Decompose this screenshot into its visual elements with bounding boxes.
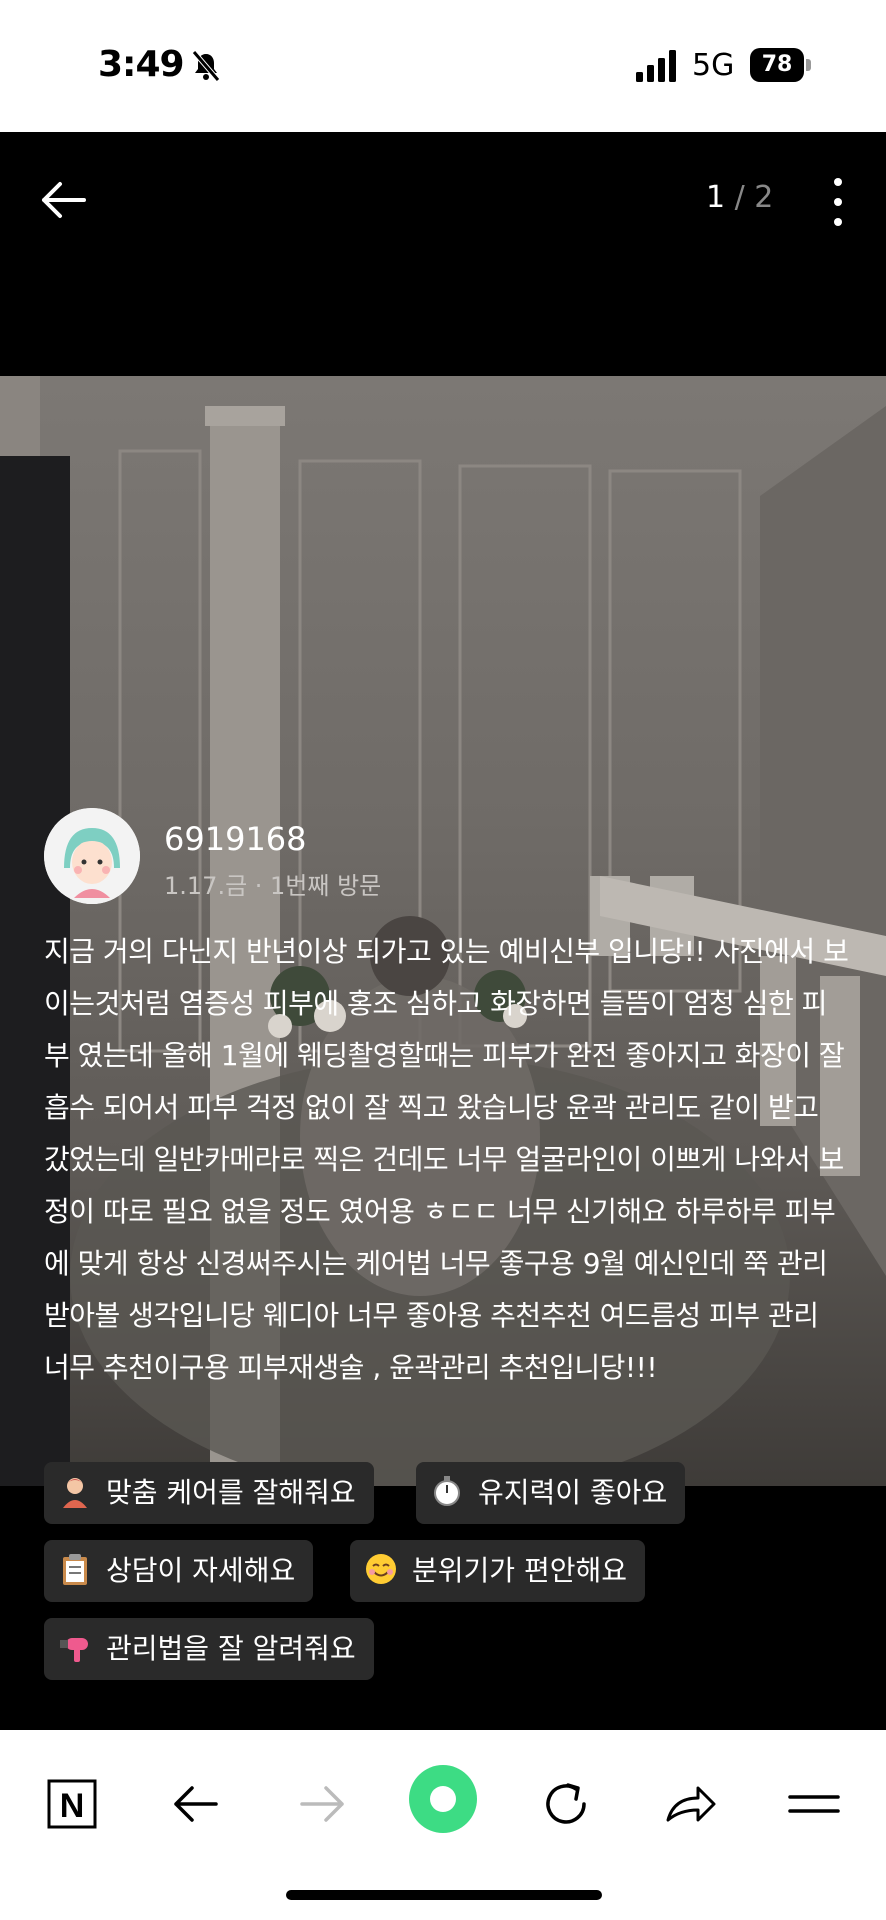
visit-meta: 1.17.금 · 1번째 방문 <box>164 872 382 900</box>
page-separator: / <box>734 180 745 215</box>
back-arrow-icon[interactable] <box>36 172 92 228</box>
page-current: 1 <box>706 180 726 215</box>
browser-forward-icon[interactable] <box>292 1774 352 1834</box>
browser-toolbar: N <box>0 1730 886 1920</box>
tag-label: 맞춤 케어를 잘해줘요 <box>106 1476 356 1509</box>
avatar[interactable] <box>44 808 140 904</box>
hairdryer-icon <box>60 1638 88 1662</box>
signal-icon <box>636 50 676 82</box>
battery-level: 78 <box>761 52 793 77</box>
viewer-header: 1 / 2 <box>0 132 886 376</box>
tag-custom-care: 맞춤 케어를 잘해줘요 <box>44 1462 374 1524</box>
network-label: 5G <box>692 48 735 83</box>
bell-muted-icon <box>192 50 220 82</box>
naver-home-button[interactable]: N <box>42 1774 102 1834</box>
status-bar: 3:49 5G 78 <box>0 0 886 132</box>
tag-atmosphere: 분위기가 편안해요 <box>350 1540 645 1602</box>
stopwatch-icon <box>434 1476 460 1506</box>
person-icon <box>63 1478 87 1508</box>
share-icon[interactable] <box>660 1774 720 1834</box>
tag-label: 분위기가 편안해요 <box>412 1554 627 1587</box>
page-counter: 1 / 2 <box>706 180 773 215</box>
author-name[interactable]: 6919168 <box>164 820 307 858</box>
status-time: 3:49 <box>98 44 185 85</box>
naver-logo-text: N <box>60 1787 85 1825</box>
page-total: 2 <box>754 180 774 215</box>
tag-label: 유지력이 좋아요 <box>478 1476 668 1509</box>
menu-icon[interactable] <box>784 1774 844 1834</box>
smile-icon <box>366 1554 396 1584</box>
battery-icon: 78 <box>750 48 812 82</box>
review-text: 지금 거의 다닌지 반년이상 되가고 있는 예비신부 입니당!! 사진에서 보이… <box>44 935 849 1384</box>
green-dot-icon[interactable] <box>408 1764 478 1834</box>
tag-consultation: 상담이 자세해요 <box>44 1540 314 1602</box>
clipboard-icon <box>63 1554 87 1585</box>
home-indicator <box>286 1890 602 1900</box>
tag-label: 상담이 자세해요 <box>106 1554 296 1587</box>
browser-back-icon[interactable] <box>166 1774 226 1834</box>
refresh-icon[interactable] <box>536 1774 596 1834</box>
tag-durability: 유지력이 좋아요 <box>416 1462 686 1524</box>
tag-label: 관리법을 잘 알려줘요 <box>106 1632 356 1665</box>
more-options-icon[interactable] <box>822 170 854 234</box>
tag-care-tips: 관리법을 잘 알려줘요 <box>44 1618 374 1680</box>
avatar-image <box>44 808 140 904</box>
